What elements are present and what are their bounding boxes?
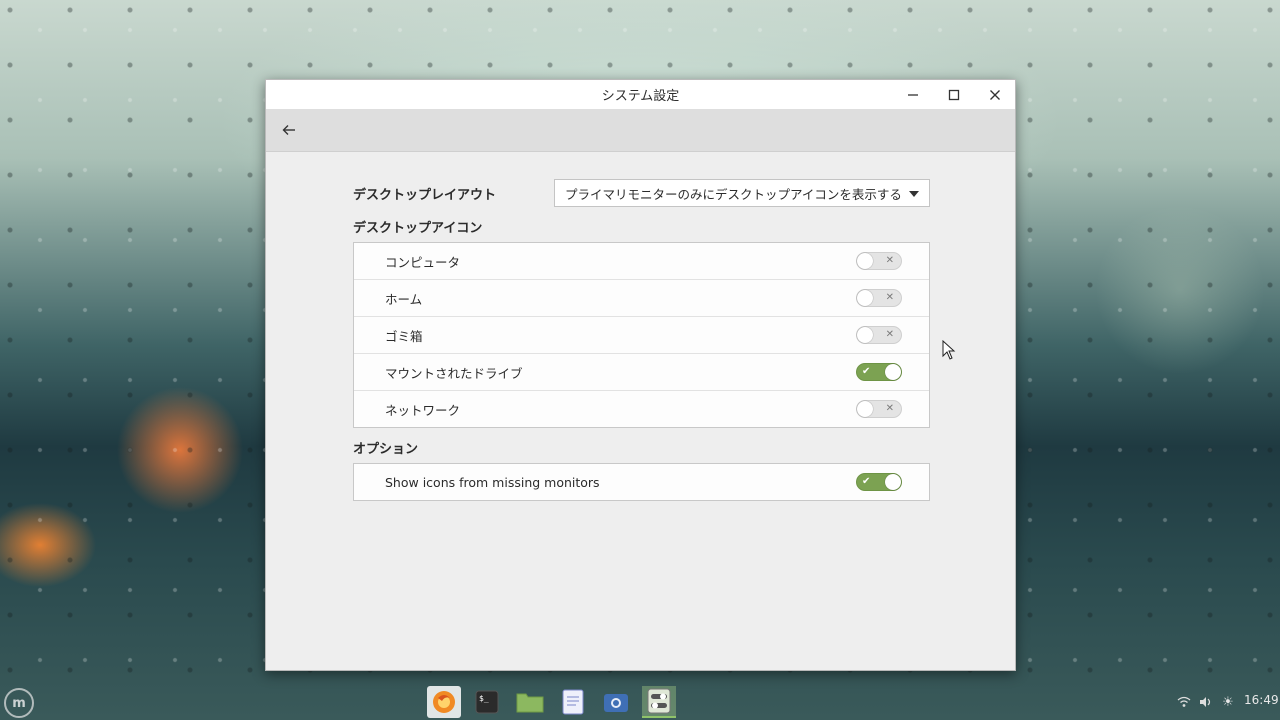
toolbar [266, 109, 1015, 152]
options-list: Show icons from missing monitors ✔ [353, 463, 930, 501]
row-label: Show icons from missing monitors [385, 474, 600, 490]
back-button[interactable] [278, 119, 300, 141]
off-x-icon: ✕ [885, 292, 894, 303]
firefox-icon [433, 691, 455, 713]
row-label: ホーム [385, 291, 423, 307]
icon-row-computer: コンピュータ ✕ [354, 243, 929, 280]
icon-row-home: ホーム ✕ [354, 280, 929, 317]
taskbar: m $_ ☀ 16:49 [0, 684, 1280, 720]
window-title: システム設定 [601, 89, 680, 104]
check-icon: ✔ [862, 476, 871, 487]
icon-row-trash: ゴミ箱 ✕ [354, 317, 929, 354]
minimize-button[interactable] [893, 80, 933, 109]
home-toggle[interactable]: ✕ [856, 289, 902, 307]
screenshot-icon [604, 694, 628, 712]
files-launcher[interactable] [513, 686, 547, 718]
text-editor-icon [562, 689, 584, 715]
close-button[interactable] [975, 80, 1015, 109]
firefox-launcher[interactable] [427, 686, 461, 718]
toggle-knob [857, 253, 873, 269]
computer-toggle[interactable]: ✕ [856, 252, 902, 270]
row-label: マウントされたドライブ [385, 365, 523, 381]
off-x-icon: ✕ [885, 255, 894, 266]
system-settings-icon [647, 688, 671, 714]
row-label: ネットワーク [385, 402, 461, 418]
desktop-layout-dropdown[interactable]: プライマリモニターのみにデスクトップアイコンを表示する [554, 179, 930, 207]
text-editor-launcher[interactable] [556, 686, 590, 718]
toggle-knob [857, 290, 873, 306]
system-settings-launcher[interactable] [642, 686, 676, 718]
files-icon [516, 693, 544, 713]
svg-text:$_: $_ [479, 694, 489, 703]
desktop-icons-heading: デスクトップアイコン [353, 221, 483, 236]
option-row-missing-monitors: Show icons from missing monitors ✔ [354, 464, 929, 500]
desktop-icons-list: コンピュータ ✕ ホーム ✕ ゴミ箱 ✕ マウントされたドライブ ✔ ネットワー… [353, 242, 930, 428]
desktop-layout-row: デスクトップレイアウト プライマリモニターのみにデスクトップアイコンを表示する [353, 179, 930, 207]
mint-menu-icon[interactable]: m [4, 688, 34, 718]
close-icon [990, 89, 1000, 100]
icon-row-mounted-drives: マウントされたドライブ ✔ [354, 354, 929, 391]
check-icon: ✔ [862, 366, 871, 377]
mounted-drives-toggle[interactable]: ✔ [856, 363, 902, 381]
clock[interactable]: 16:49 [1244, 693, 1279, 707]
brightness-icon[interactable]: ☀ [1220, 692, 1236, 712]
row-label: コンピュータ [385, 254, 461, 270]
dropdown-arrow-icon [909, 191, 919, 197]
trash-toggle[interactable]: ✕ [856, 326, 902, 344]
titlebar[interactable]: システム設定 [266, 80, 1015, 109]
off-x-icon: ✕ [885, 329, 894, 340]
toggle-knob [885, 364, 901, 380]
off-x-icon: ✕ [885, 403, 894, 414]
options-heading: オプション [353, 442, 419, 457]
minimize-icon [908, 93, 918, 96]
screenshot-launcher[interactable] [599, 686, 633, 718]
desktop-layout-label: デスクトップレイアウト [353, 187, 497, 203]
settings-content: デスクトップレイアウト プライマリモニターのみにデスクトップアイコンを表示する … [353, 179, 930, 501]
missing-monitors-toggle[interactable]: ✔ [856, 473, 902, 491]
toggle-knob [857, 327, 873, 343]
terminal-icon: $_ [475, 690, 499, 714]
desktop-layout-value: プライマリモニターのみにデスクトップアイコンを表示する [565, 186, 902, 202]
mouse-cursor-icon [942, 340, 956, 360]
wifi-icon[interactable] [1176, 692, 1192, 712]
toggle-knob [885, 474, 901, 490]
terminal-launcher[interactable]: $_ [470, 686, 504, 718]
back-arrow-icon [282, 125, 295, 135]
toggle-knob [857, 401, 873, 417]
maximize-button[interactable] [934, 80, 974, 109]
network-toggle[interactable]: ✕ [856, 400, 902, 418]
maximize-icon [948, 89, 960, 100]
volume-icon[interactable] [1198, 692, 1214, 712]
row-label: ゴミ箱 [385, 328, 423, 344]
settings-window: システム設定 デスクトップレイアウト プライマリモニターのみにデスクトップアイコ… [265, 79, 1016, 671]
icon-row-network: ネットワーク ✕ [354, 391, 929, 427]
